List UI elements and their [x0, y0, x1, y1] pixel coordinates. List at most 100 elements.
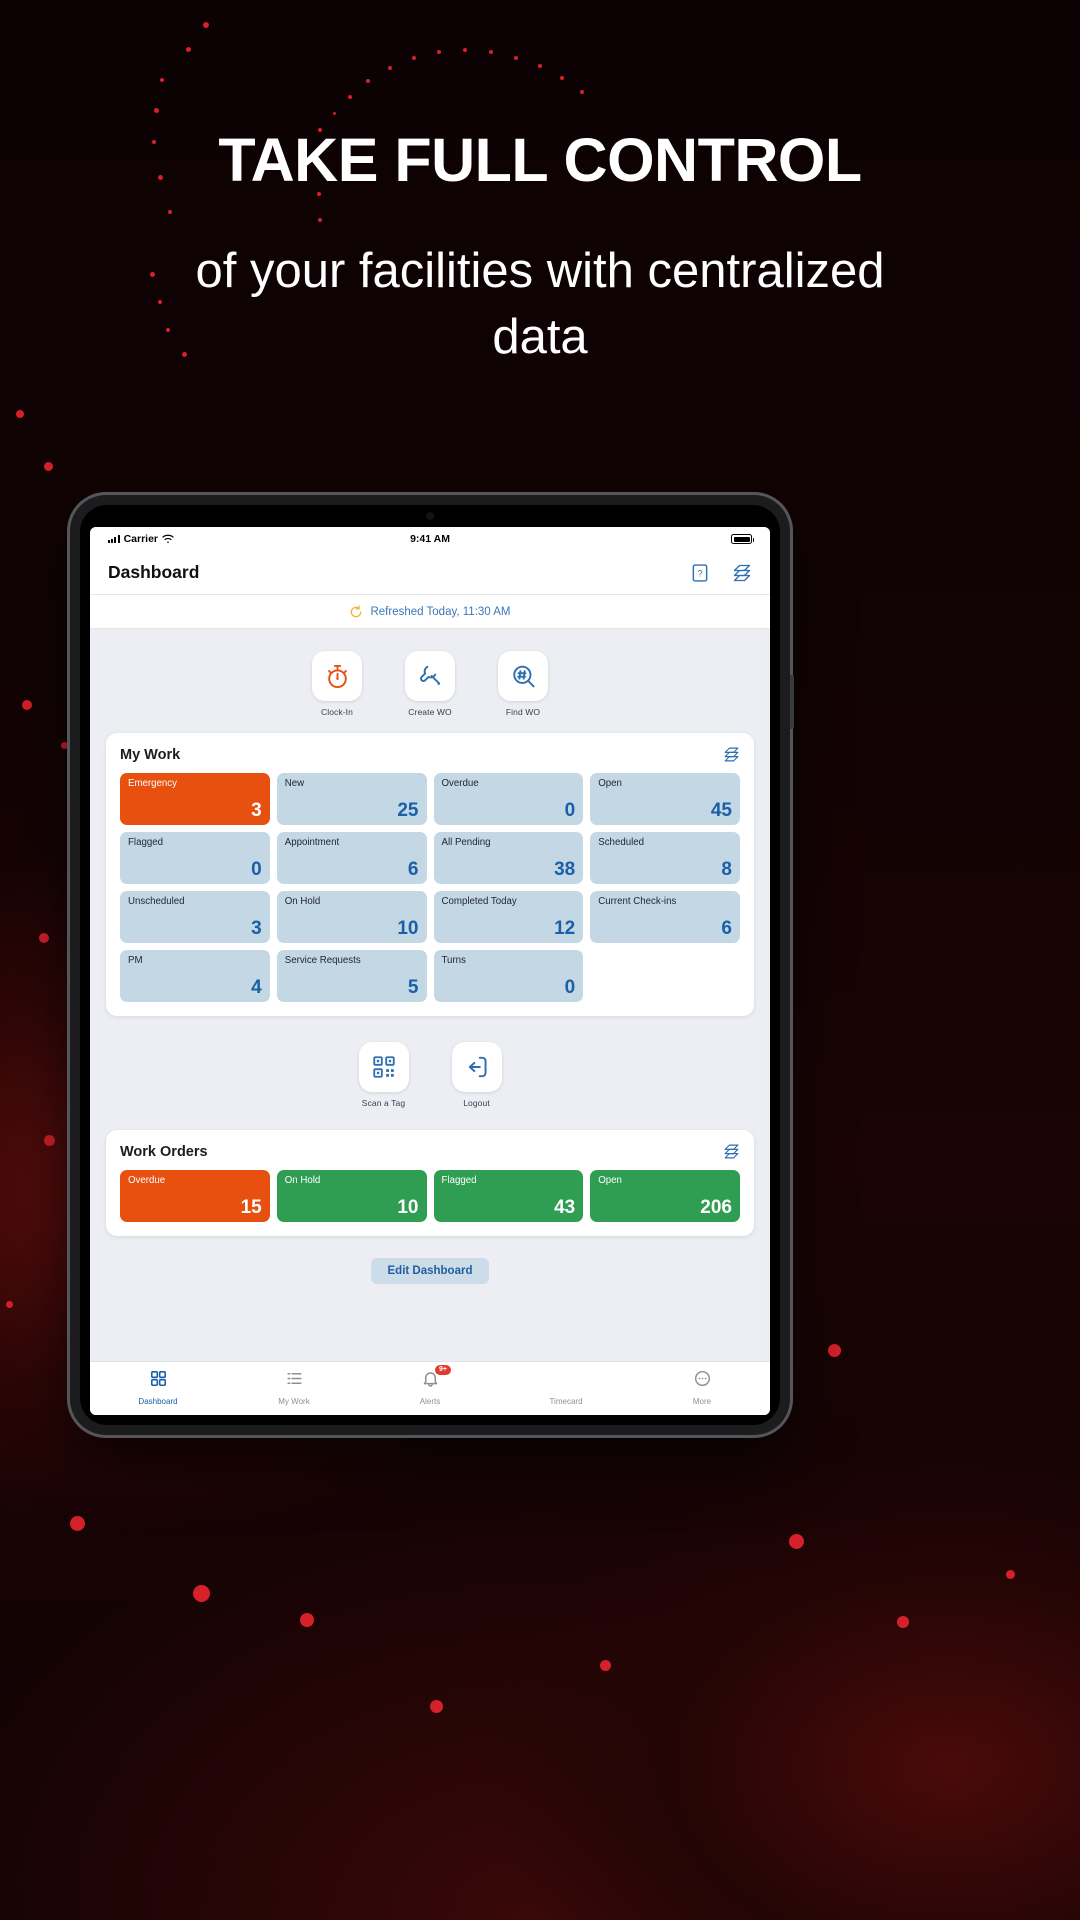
quick-action-find-wo[interactable]: Find WO: [490, 651, 556, 717]
my-work-card: My Work Emergency 3 New 25 Overdue 0 Ope…: [106, 733, 754, 1016]
dashboard-tile[interactable]: Open 45: [590, 773, 740, 825]
tile-value: 3: [251, 918, 262, 939]
tile-label: All Pending: [441, 837, 491, 848]
dashboard-tile[interactable]: Scheduled 8: [590, 832, 740, 884]
tile-value: 10: [397, 1197, 419, 1218]
dashboard-tile[interactable]: Completed Today 12: [433, 891, 584, 943]
svg-text:?: ?: [697, 568, 702, 578]
mid-action-label: Logout: [463, 1098, 490, 1108]
tile-label: New: [284, 778, 305, 789]
status-bar-time: 9:41 AM: [410, 533, 450, 545]
tile-label: On Hold: [284, 1175, 321, 1186]
dashboard-tile[interactable]: Overdue 15: [120, 1170, 270, 1222]
help-book-icon[interactable]: ?: [690, 563, 710, 583]
dashboard-settings-icon[interactable]: [732, 563, 752, 583]
quick-action-label: Clock-In: [321, 707, 353, 717]
status-bar: Carrier 9:41 AM: [90, 527, 770, 551]
edit-dashboard-button[interactable]: Edit Dashboard: [370, 1258, 490, 1284]
work-orders-title: Work Orders: [120, 1143, 208, 1160]
tile-label: Flagged: [128, 837, 164, 848]
alerts-badge: 9+: [434, 1363, 452, 1377]
tile-label: Overdue: [128, 1175, 166, 1186]
dashboard-settings-icon[interactable]: [723, 1143, 740, 1160]
dashboard-tile[interactable]: Open 206: [590, 1170, 740, 1222]
header-actions: ?: [690, 563, 752, 583]
dashboard-tile[interactable]: Appointment 6: [276, 832, 427, 884]
mid-action-scan-a-tag[interactable]: Scan a Tag: [351, 1042, 417, 1108]
quick-action-label: Find WO: [505, 707, 541, 717]
carrier-label: Carrier: [123, 533, 159, 545]
tab-label: More: [692, 1396, 712, 1406]
mid-actions-row: Scan a Tag Logout: [90, 1016, 770, 1130]
refresh-status-bar[interactable]: Refreshed Today, 11:30 AM: [90, 595, 770, 629]
tile-value: 3: [251, 800, 262, 821]
tile-value: 43: [554, 1197, 576, 1218]
dashboard-tile[interactable]: Turns 0: [433, 950, 584, 1002]
logout-icon: [451, 1042, 502, 1092]
tile-label: Completed Today: [441, 896, 517, 907]
tile-label: Service Requests: [284, 955, 361, 966]
quick-action-clock-in[interactable]: Clock-In: [304, 651, 370, 717]
tab-alerts[interactable]: 9+ Alerts: [362, 1363, 498, 1409]
front-camera-icon: [426, 512, 434, 520]
tile-value: 0: [564, 977, 576, 998]
tile-placeholder: [590, 950, 740, 1002]
dashboard-tile[interactable]: Flagged 43: [433, 1170, 584, 1222]
status-bar-right: [731, 534, 754, 544]
tile-value: 206: [700, 1197, 732, 1218]
tile-label: Turns: [441, 955, 466, 966]
tab-my-work[interactable]: My Work: [226, 1369, 362, 1409]
quick-action-label: Create WO: [408, 707, 452, 717]
stopwatch-icon: [312, 651, 362, 701]
tile-label: Emergency: [128, 778, 177, 789]
tile-label: Current Check-ins: [598, 896, 677, 907]
tile-value: 5: [407, 977, 419, 998]
tile-label: Appointment: [284, 837, 340, 848]
quick-action-create-wo[interactable]: Create WO: [397, 651, 463, 717]
mid-action-logout[interactable]: Logout: [444, 1042, 510, 1108]
tile-label: Open: [598, 778, 622, 789]
tab-timecard[interactable]: Timecard: [498, 1369, 634, 1409]
tile-value: 15: [240, 1197, 262, 1218]
tab-dashboard[interactable]: Dashboard: [90, 1369, 226, 1409]
dashboard-tile[interactable]: On Hold 10: [276, 1170, 427, 1222]
dashboard-tile[interactable]: Unscheduled 3: [120, 891, 270, 943]
tile-label: PM: [128, 955, 143, 966]
dashboard-tile[interactable]: Current Check-ins 6: [590, 891, 740, 943]
list-icon: [285, 1369, 304, 1388]
hash-search-icon: [498, 651, 548, 701]
tile-value: 4: [251, 977, 262, 998]
dashboard-tile[interactable]: On Hold 10: [276, 891, 427, 943]
tile-value: 45: [710, 800, 732, 821]
dashboard-tile[interactable]: Overdue 0: [433, 773, 584, 825]
work-orders-tile-grid: Overdue 15 On Hold 10 Flagged 43 Open 20…: [120, 1170, 740, 1222]
wrench-icon: [405, 651, 455, 701]
tile-value: 10: [397, 918, 419, 939]
tile-label: Scheduled: [598, 837, 645, 848]
tile-label: Overdue: [441, 778, 479, 789]
dashboard-settings-icon[interactable]: [723, 746, 740, 763]
tile-value: 25: [397, 800, 419, 821]
mid-action-label: Scan a Tag: [361, 1098, 406, 1108]
tile-value: 8: [721, 859, 732, 880]
promo-headline-block: TAKE FULL CONTROL of your facilities wit…: [0, 128, 1080, 370]
page-title: Dashboard: [108, 562, 200, 582]
dashboard-tile[interactable]: Service Requests 5: [276, 950, 427, 1002]
refresh-circular-icon: [351, 604, 362, 617]
grid-icon: [149, 1369, 168, 1388]
dashboard-scroll-area: Clock-In Create WO Find WO My Work Emerg…: [90, 629, 770, 1361]
dashboard-tile[interactable]: Emergency 3: [120, 773, 270, 825]
tile-value: 12: [554, 918, 576, 939]
wifi-icon: [162, 534, 174, 544]
dashboard-tile[interactable]: All Pending 38: [433, 832, 584, 884]
tile-value: 0: [564, 800, 576, 821]
refresh-status-text: Refreshed Today, 11:30 AM: [370, 605, 511, 618]
ellipsis-icon: [693, 1369, 712, 1388]
tile-value: 0: [251, 859, 262, 880]
cellular-signal-icon: [108, 535, 120, 543]
dashboard-tile[interactable]: New 25: [276, 773, 427, 825]
tab-more[interactable]: More: [634, 1369, 770, 1409]
tile-value: 38: [554, 859, 576, 880]
dashboard-tile[interactable]: Flagged 0: [120, 832, 270, 884]
dashboard-tile[interactable]: PM 4: [120, 950, 270, 1002]
